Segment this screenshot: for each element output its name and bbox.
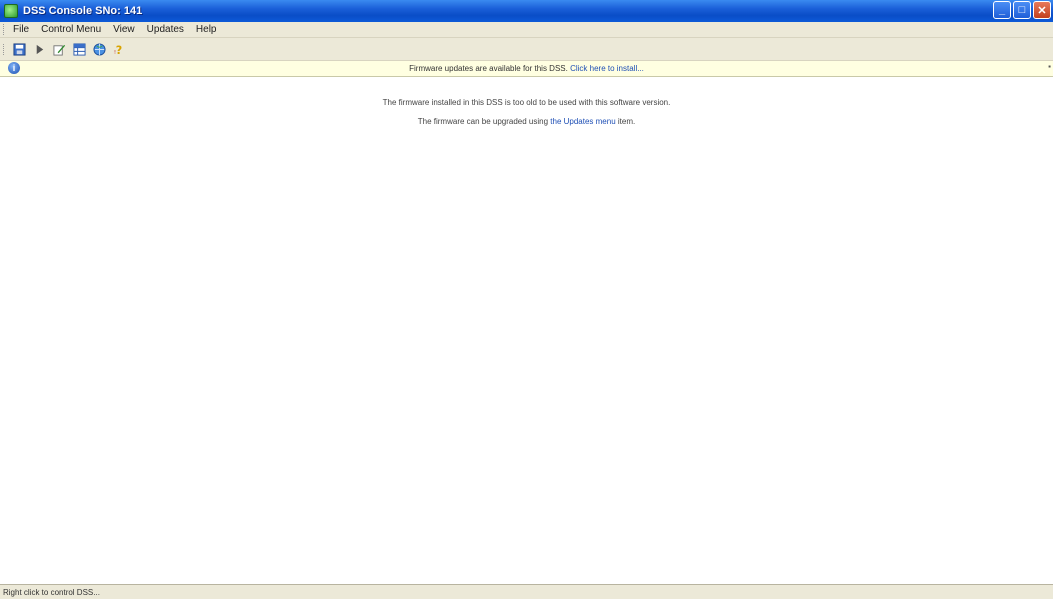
- save-icon: [12, 42, 26, 56]
- menu-updates[interactable]: Updates: [141, 24, 190, 35]
- svg-text:?: ?: [115, 44, 121, 56]
- window-title: DSS Console SNo: 141: [23, 5, 143, 17]
- grid-button[interactable]: [71, 41, 87, 57]
- globe-icon: [92, 42, 106, 56]
- title-bar[interactable]: DSS Console SNo: 141 _ □ ✕: [0, 0, 1053, 22]
- toolbar-grip[interactable]: [3, 43, 7, 55]
- grid-icon: [72, 42, 86, 56]
- window-controls: _ □ ✕: [993, 1, 1051, 19]
- menu-bar: File Control Menu View Updates Help: [0, 22, 1053, 38]
- info-bar-close-icon[interactable]: ▪: [1048, 62, 1051, 71]
- firmware-old-message: The firmware installed in this DSS is to…: [382, 98, 671, 107]
- firmware-upgrade-message: The firmware can be upgraded using the U…: [0, 117, 1053, 126]
- updates-menu-link[interactable]: the Updates menu: [550, 117, 615, 126]
- update-info-text[interactable]: Firmware updates are available for this …: [0, 64, 1053, 73]
- save-button[interactable]: [11, 41, 27, 57]
- svg-text:!: !: [113, 50, 115, 56]
- update-info-bar[interactable]: i Firmware updates are available for thi…: [0, 61, 1053, 77]
- install-updates-link[interactable]: Click here to install...: [570, 64, 644, 73]
- help-icon: ?!: [113, 44, 121, 56]
- close-button[interactable]: ✕: [1033, 1, 1051, 19]
- help-button[interactable]: ?!: [111, 41, 127, 57]
- edit-icon: [52, 44, 65, 56]
- minimize-button[interactable]: _: [993, 1, 1011, 19]
- app-icon: [4, 4, 18, 18]
- main-content[interactable]: The firmware installed in this DSS is to…: [0, 77, 1053, 584]
- upgrade-message-after: item.: [617, 117, 636, 126]
- play-button[interactable]: [31, 41, 47, 57]
- maximize-button[interactable]: □: [1013, 1, 1031, 19]
- menu-view[interactable]: View: [107, 24, 141, 35]
- menu-file[interactable]: File: [7, 24, 35, 35]
- status-bar: Right click to control DSS...: [0, 584, 1053, 599]
- toolbar: ?!: [0, 38, 1053, 61]
- play-icon: [36, 44, 43, 54]
- update-info-message: Firmware updates are available for this …: [409, 64, 568, 73]
- status-text: Right click to control DSS...: [3, 587, 100, 597]
- menu-help[interactable]: Help: [190, 24, 223, 35]
- globe-button[interactable]: [91, 41, 107, 57]
- upgrade-message-before: The firmware can be upgraded using: [417, 117, 549, 126]
- edit-button[interactable]: [51, 41, 67, 57]
- menu-control-menu[interactable]: Control Menu: [35, 24, 107, 35]
